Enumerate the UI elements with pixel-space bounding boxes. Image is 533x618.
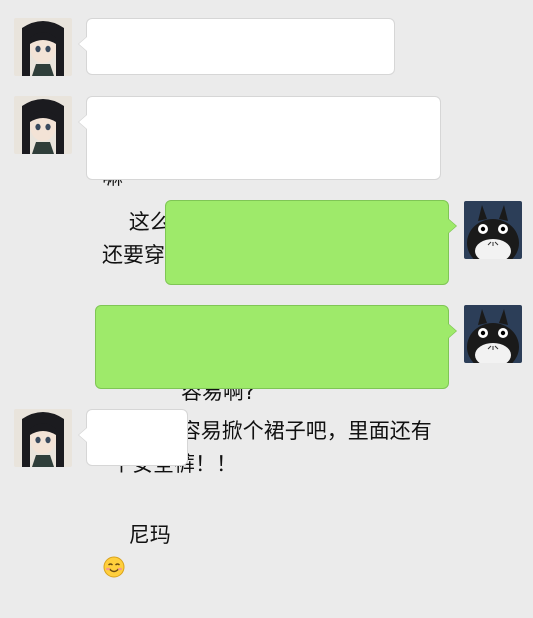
- bubble-tail: [448, 324, 456, 338]
- user-avatar[interactable]: [464, 201, 522, 259]
- message-bubble-incoming[interactable]: 老公，你说我们女人容易嘛: [78, 18, 395, 189]
- contact-avatar[interactable]: [14, 409, 72, 467]
- message-bubble-outgoing[interactable]: 好不容易掀个裙子吧，里面还有 个安全裤！！: [95, 305, 457, 476]
- contact-avatar[interactable]: [14, 96, 72, 154]
- message-bubble-incoming[interactable]: 尼玛: [78, 409, 188, 578]
- user-avatar[interactable]: [464, 305, 522, 363]
- bubble-tail: [79, 37, 87, 51]
- smiling-face-emoji: [103, 555, 125, 578]
- bubble-tail: [79, 115, 87, 129]
- message-bubble-outgoing[interactable]: 媳妇儿，你认为我们男人 容易啊?: [165, 200, 457, 404]
- contact-avatar[interactable]: [14, 18, 72, 76]
- bubble-tail: [79, 428, 87, 442]
- message-bubble-incoming[interactable]: 这么热的天，穿个裙子吧，里面 还要穿个安全裤: [78, 96, 441, 267]
- message-text: 尼玛: [128, 523, 171, 547]
- bubble-tail: [448, 219, 456, 233]
